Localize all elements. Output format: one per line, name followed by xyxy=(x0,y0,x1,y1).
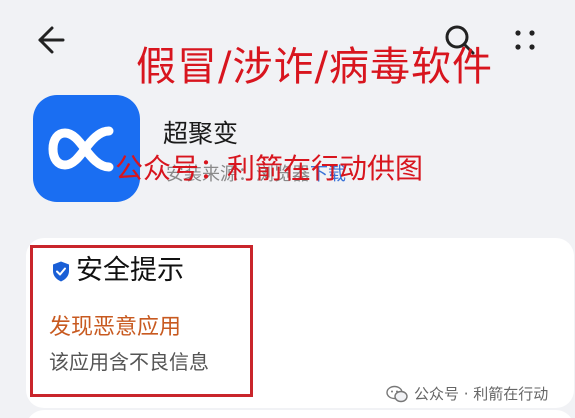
warning-overlay-title: 假冒/涉诈/病毒软件 xyxy=(136,44,493,90)
app-detail-screen: 超聚变 安装来源：浏览器下载 假冒/涉诈/病毒软件 公众号：利箭在行动供图 安全… xyxy=(0,0,575,418)
watermark: 公众号 · 利箭在行动 xyxy=(386,383,548,404)
wechat-icon xyxy=(386,385,408,402)
next-card xyxy=(26,410,574,418)
overlay-credit-text: 公众号：利箭在行动供图 xyxy=(115,152,424,185)
back-arrow-icon[interactable] xyxy=(30,22,66,58)
warning-description: 该应用含不良信息 xyxy=(49,350,209,374)
security-tip-title: 安全提示 xyxy=(76,255,184,286)
more-options-icon[interactable] xyxy=(510,24,540,58)
watermark-text: 公众号 · 利箭在行动 xyxy=(414,385,549,403)
shield-check-icon xyxy=(53,261,69,282)
app-name: 超聚变 xyxy=(163,119,239,148)
malicious-app-warning: 发现恶意应用 xyxy=(49,315,182,340)
